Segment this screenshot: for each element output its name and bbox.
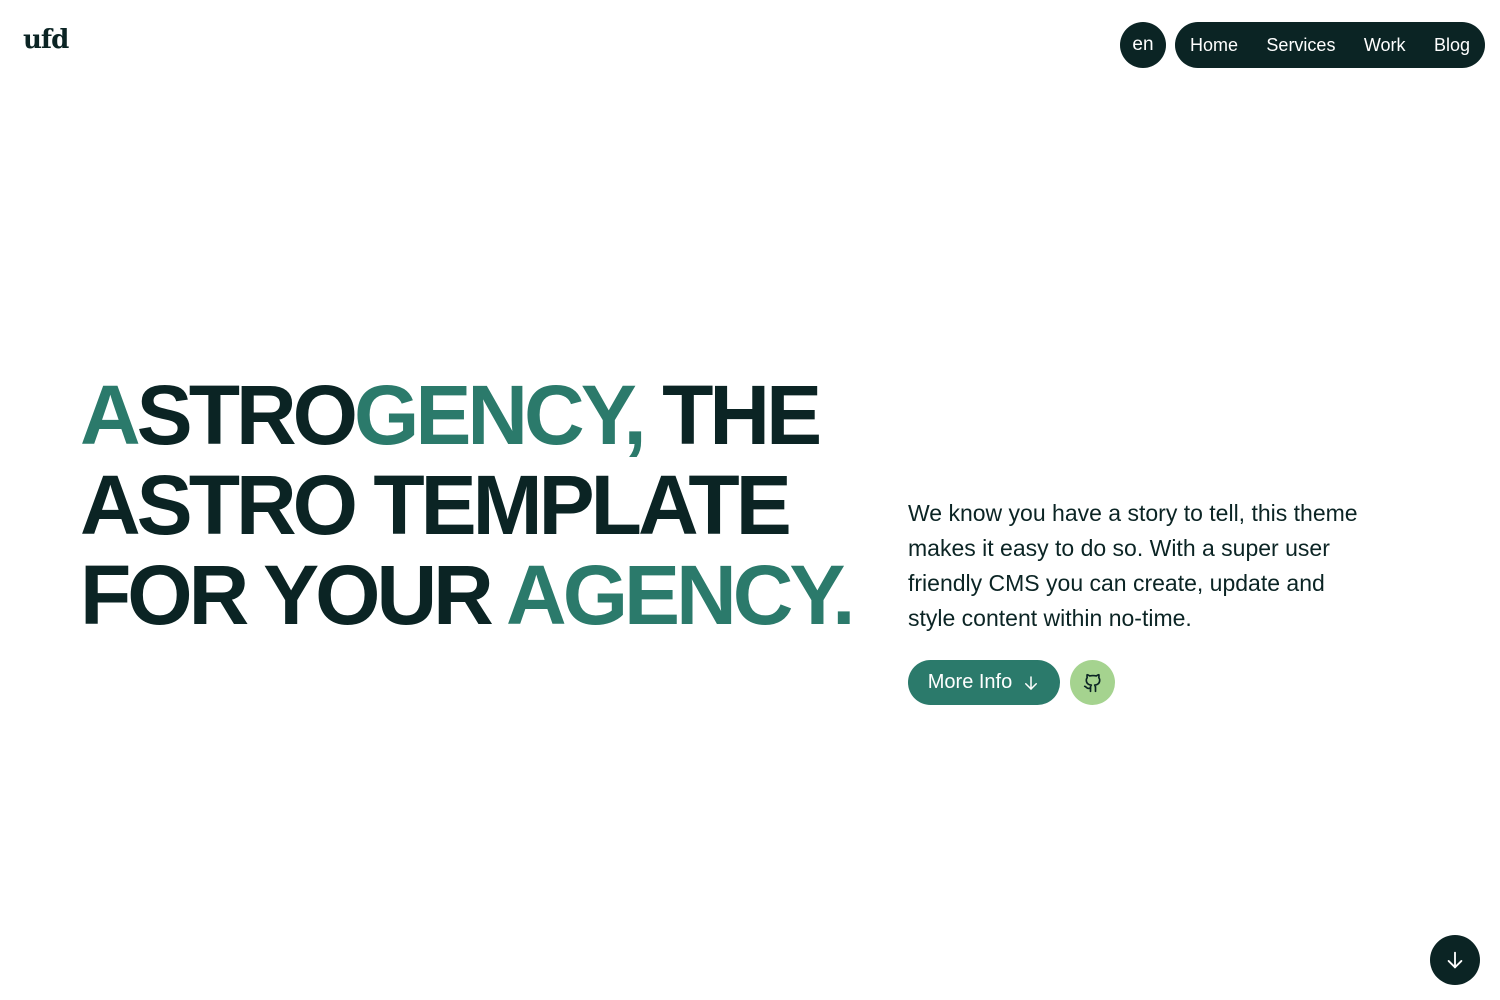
nav-link-services[interactable]: Services: [1266, 35, 1335, 56]
headline-line-3: FOR YOUR AGENCY.: [80, 550, 880, 640]
more-info-label: More Info: [927, 671, 1013, 693]
headline-text-for-your: FOR YOUR: [80, 548, 507, 642]
language-label: en: [1132, 34, 1154, 55]
headline-line-2: ASTRO TEMPLATE: [80, 458, 792, 552]
page: ufd en Home Services Work Blog ASTROGENC…: [0, 0, 1500, 1000]
language-switcher-button[interactable]: en: [1120, 22, 1166, 68]
headline-text-stro: STRO: [136, 368, 358, 462]
arrow-down-icon: [1444, 949, 1466, 971]
more-info-button[interactable]: More Info: [908, 660, 1060, 705]
nav-link-home[interactable]: Home: [1190, 35, 1238, 56]
site-logo[interactable]: ufd: [23, 27, 69, 53]
main-navigation: Home Services Work Blog: [1175, 22, 1485, 68]
github-button[interactable]: [1070, 660, 1115, 705]
scroll-down-button[interactable]: [1430, 935, 1480, 985]
arrow-down-icon: [1022, 674, 1040, 692]
nav-link-work[interactable]: Work: [1364, 35, 1406, 56]
nav-link-blog[interactable]: Blog: [1434, 35, 1470, 56]
headline-text-the: THE: [642, 368, 822, 462]
headline-accent-agency: AGENCY.: [506, 548, 855, 642]
headline-accent-a: A: [80, 368, 141, 462]
hero-description: We know you have a story to tell, this t…: [908, 500, 1358, 631]
headline-line-1: ASTROGENCY, THE: [80, 370, 880, 460]
github-icon: [1083, 673, 1103, 693]
headline-accent-gency: GENCY,: [354, 368, 647, 462]
hero-headline: ASTROGENCY, THE ASTRO TEMPLATE FOR YOUR …: [80, 370, 880, 640]
